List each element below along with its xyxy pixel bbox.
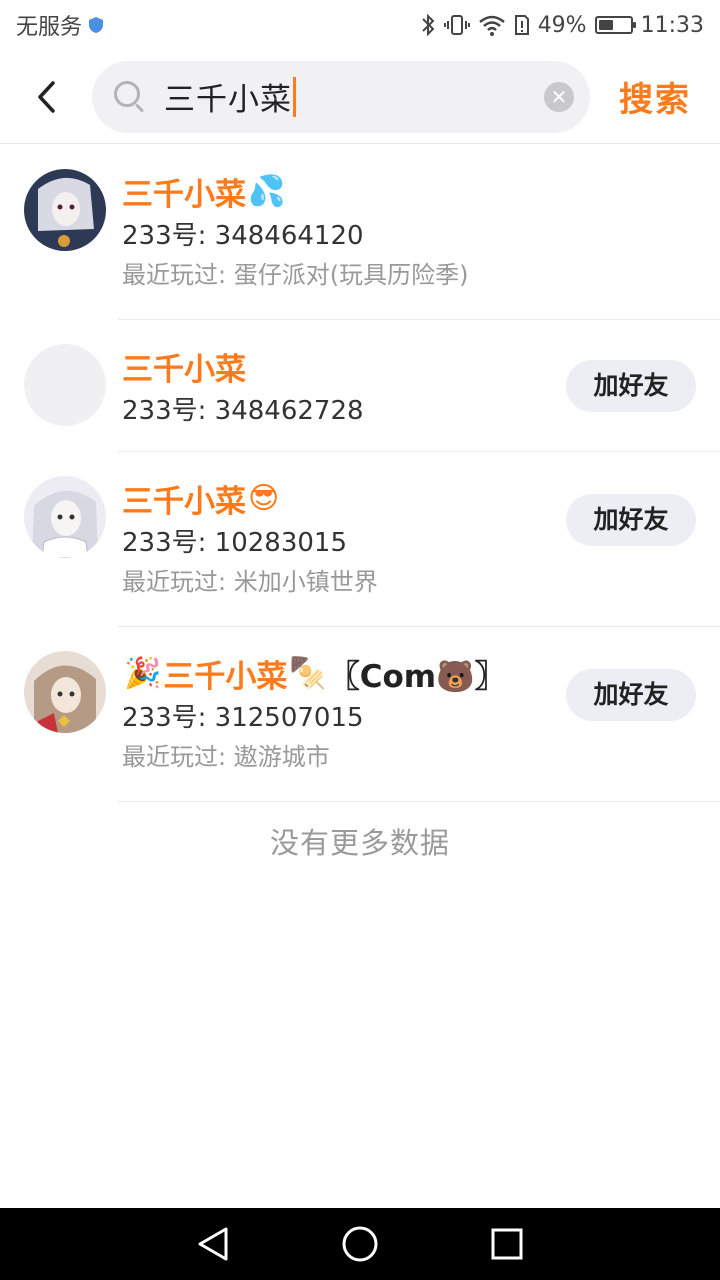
sim-alert-icon: [514, 15, 529, 35]
avatar-placeholder: [24, 344, 106, 426]
clear-icon[interactable]: ✕: [544, 81, 574, 112]
search-header: 三千小菜 ✕ 搜索: [0, 50, 720, 144]
result-name: 三千小菜 💦: [122, 169, 696, 213]
recently-played: 最近玩过: 米加小镇世界: [122, 568, 378, 596]
carrier-text: 无服务: [16, 15, 83, 40]
battery-level: [598, 20, 614, 30]
avatar-image: [24, 476, 106, 558]
nav-back-button[interactable]: [189, 1220, 237, 1268]
avatar-image: [24, 651, 106, 733]
battery-icon: [594, 16, 636, 34]
nav-recents-icon: [491, 1228, 523, 1260]
back-arrow-icon: [38, 80, 55, 113]
list-item[interactable]: 🎉 三千小菜 🍢 〖Com🐻〗 233号: 312507015 最近玩过: 遨游…: [0, 627, 720, 802]
nav-recents-button[interactable]: [483, 1220, 531, 1268]
back-button[interactable]: [0, 50, 92, 144]
status-right: 49% 11:33: [420, 13, 704, 38]
name-text: 三千小菜: [122, 483, 246, 520]
wifi-icon: [478, 15, 505, 36]
navigation-bar: [0, 1208, 720, 1280]
result-info: 三千小菜 💦 233号: 348464120 最近玩过: 蛋仔派对(玩具历险季): [122, 169, 696, 291]
shield-icon: [89, 17, 104, 33]
list-item[interactable]: 三千小菜 233号: 348462728 加好友: [0, 320, 720, 452]
bluetooth-icon: [421, 13, 435, 37]
result-list: 三千小菜 💦 233号: 348464120 最近玩过: 蛋仔派对(玩具历险季)…: [0, 145, 720, 802]
avatar[interactable]: [24, 476, 106, 558]
avatar-image: [24, 169, 106, 251]
avatar[interactable]: [24, 344, 106, 426]
status-bar: 无服务 49% 11:33: [0, 0, 720, 50]
recently-played: 最近玩过: 遨游城市: [122, 743, 330, 771]
avatar[interactable]: [24, 651, 106, 733]
battery-percent: 49%: [537, 12, 587, 38]
nav-home-icon: [342, 1226, 378, 1262]
add-friend-button[interactable]: 加好友: [566, 669, 696, 721]
name-emoji: 💦: [248, 173, 286, 209]
vibrate-icon: [443, 15, 470, 35]
add-friend-button[interactable]: 加好友: [566, 494, 696, 546]
name-tag: 〖Com🐻〗: [328, 658, 506, 695]
avatar[interactable]: [24, 169, 106, 251]
name-text: 三千小菜: [122, 176, 246, 213]
search-box[interactable]: 三千小菜 ✕: [92, 60, 590, 133]
name-emoji: 🎉: [124, 655, 162, 691]
text-caret: [293, 76, 296, 117]
search-icon: [114, 80, 146, 113]
list-item[interactable]: 三千小菜 😎 233号: 10283015 最近玩过: 米加小镇世界 加好友: [0, 452, 720, 627]
search-input[interactable]: 三千小菜: [164, 74, 544, 119]
no-more-data-text: 没有更多数据: [269, 826, 450, 860]
user-id: 233号: 348464120: [122, 221, 364, 251]
search-button[interactable]: 搜索: [590, 72, 720, 121]
status-left: 无服务: [16, 9, 104, 41]
name-emoji: 😎: [248, 480, 280, 516]
divider: [118, 801, 720, 802]
add-friend-button[interactable]: 加好友: [566, 360, 696, 412]
list-item[interactable]: 三千小菜 💦 233号: 348464120 最近玩过: 蛋仔派对(玩具历险季): [0, 145, 720, 320]
name-text: 三千小菜: [122, 351, 246, 388]
nav-home-button[interactable]: [336, 1220, 384, 1268]
nav-back-icon: [198, 1227, 228, 1261]
clock-text: 11:33: [640, 12, 704, 38]
name-text: 三千小菜: [163, 658, 288, 695]
name-emoji: 🍢: [289, 655, 327, 691]
search-query: 三千小菜: [164, 82, 292, 118]
recently-played: 最近玩过: 蛋仔派对(玩具历险季): [122, 261, 469, 289]
